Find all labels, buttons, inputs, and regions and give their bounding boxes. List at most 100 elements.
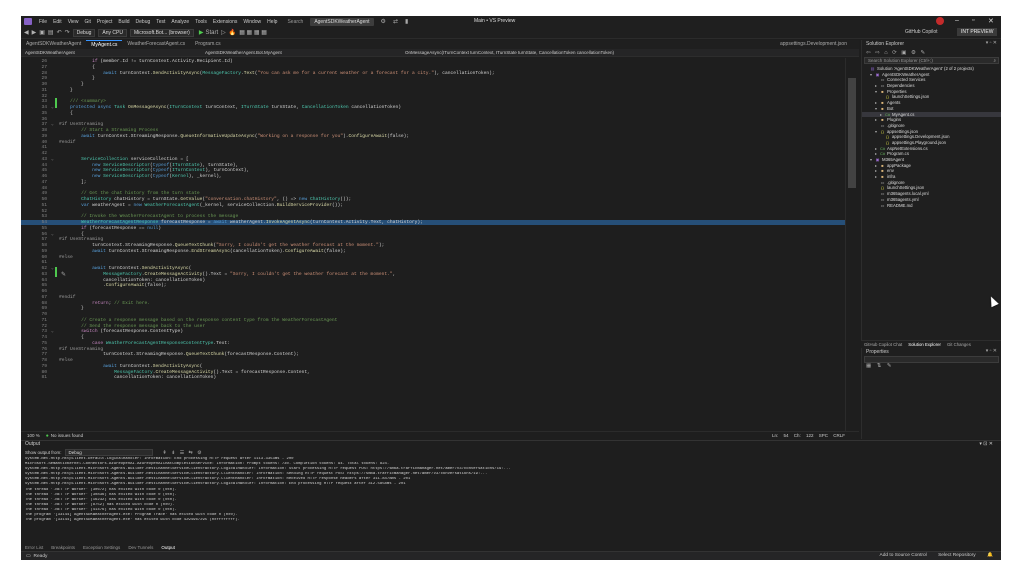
output-source-dropdown[interactable]: Debug [64,449,153,456]
output-text[interactable]: System.Net.Http.HttpClient.Default.Logic… [21,457,1001,523]
user-avatar[interactable] [936,17,944,25]
back-icon[interactable]: ◀ [24,29,29,36]
start-without-debugging-icon[interactable]: ▷ [221,29,226,36]
tab-dev-tunnels[interactable]: Dev Tunnels [124,545,157,550]
menu-test[interactable]: Test [153,19,168,25]
menu-view[interactable]: View [65,19,82,25]
code-line[interactable]: 34 ⌄ protected async Task OnMessageAsync(… [21,105,851,110]
tab-appsettings-development[interactable]: appsettings.Development.json [780,41,847,47]
code-line[interactable]: 26 if (member.Id != turnContext.Activity… [21,59,851,64]
fold-toggle-icon[interactable]: ⌄ [51,329,59,334]
code-line[interactable]: 77 turnContext.StreamingResponse.QueueTe… [21,352,851,357]
code-line[interactable]: 41 [21,145,851,150]
fold-toggle-icon[interactable]: ⌄ [51,157,59,162]
code-line[interactable]: 29 } [21,76,851,81]
code-line[interactable]: 53 // Invoke the WeatherForecastAgent to… [21,214,851,219]
tab-output[interactable]: Output [157,545,179,550]
menu-analyze[interactable]: Analyze [168,19,192,25]
tab-solution-explorer[interactable]: Solution Explorer [905,342,944,347]
menu-project[interactable]: Project [94,19,116,25]
maximize-icon[interactable]: ▫ [972,17,974,24]
fold-toggle-icon[interactable]: ⌄ [51,122,59,127]
menu-git[interactable]: Git [81,19,93,25]
code-line[interactable]: 54 WeatherForecastAgentResponse forecast… [21,220,851,226]
live-share-icon[interactable]: ⇄ [393,18,398,25]
new-item-icon[interactable]: ▣ [39,29,45,36]
code-line[interactable]: 71 // Create a response message based on… [21,318,851,323]
tab-myagent[interactable]: MyAgent.cs [86,40,123,49]
member-dropdown[interactable]: OnMessageAsync(ITurnContext turnContext,… [401,50,841,55]
quick-actions-icon[interactable]: ✎ [61,271,66,278]
startup-project-dropdown[interactable]: Microsoft.Bot... (browser) [129,28,194,37]
code-line[interactable]: 74 { [21,335,851,340]
code-line[interactable]: 35 { [21,111,851,116]
hot-reload-icon[interactable]: 🔥 [229,29,236,36]
tab-program[interactable]: Program.cs [190,40,226,49]
undo-icon[interactable]: ↶ [57,29,62,36]
code-line[interactable]: 50 ChatHistory chatHistory = turnState.G… [21,197,851,202]
code-line[interactable]: 55 if (forecastResponse == null) [21,226,851,231]
save-all-icon[interactable]: ▤ [48,29,54,36]
code-line[interactable]: 66 [21,289,851,294]
editor-scrollbar[interactable] [845,58,858,431]
add-to-source-control-button[interactable]: Add to Source Control [880,553,927,558]
code-editor[interactable]: 26 if (member.Id != turnContext.Activity… [21,58,859,431]
code-line[interactable]: 57 #if UseStreaming [21,237,851,242]
code-line[interactable]: 51 var weatherAgent = new WeatherForecas… [21,203,851,208]
code-line[interactable]: 56 ⌄ { [21,232,851,237]
code-line[interactable]: 33 /// <summary> [21,99,851,104]
code-line[interactable]: 70 [21,312,851,317]
start-button[interactable]: Start [205,30,218,36]
start-debug-icon[interactable]: ▶ [199,29,204,36]
code-line[interactable]: 81 cancellationToken: cancellationToken) [21,375,851,380]
select-repository-button[interactable]: Select Repository [938,553,976,558]
settings-icon[interactable]: ⚙ [381,18,386,25]
properties-object-dropdown[interactable] [864,356,999,363]
menu-build[interactable]: Build [115,19,132,25]
menu-tools[interactable]: Tools [192,19,210,25]
code-line[interactable]: 59 await turnContext.StreamingResponse.E… [21,249,851,254]
notifications-icon[interactable]: 🔔 [987,553,993,558]
code-line[interactable]: 73 ⌄ switch (forecastResponse.ContentType… [21,329,851,334]
search-box[interactable]: Search [283,19,307,25]
project-dropdown[interactable]: AgentSDKWeatherAgent [21,50,201,55]
menu-debug[interactable]: Debug [133,19,154,25]
menu-file[interactable]: File [36,19,50,25]
code-line[interactable]: 60 #else [21,255,851,260]
code-line[interactable]: 69 } [21,306,851,311]
code-line[interactable]: 27 { [21,65,851,70]
platform-dropdown[interactable]: Any CPU [98,28,127,37]
forward-icon[interactable]: ▶ [32,29,37,36]
code-line[interactable]: 38 // Start a Streaming Process [21,128,851,133]
code-line[interactable]: 65 .ConfigureAwait(false); [21,283,851,288]
code-line[interactable]: 49 // Get the chat history from the turn… [21,191,851,196]
zoom-level[interactable]: 100 % [27,433,40,438]
signal-bars-icon[interactable]: ▮ [405,18,408,25]
code-line[interactable]: 75 case WeatherForecastAgentResponseCont… [21,341,851,346]
code-line[interactable]: 36 [21,117,851,122]
code-line[interactable]: 61 [21,260,851,265]
code-line[interactable]: 68 return; // Exit here. [21,301,851,306]
code-line[interactable]: 58 turnContext.StreamingResponse.QueueTe… [21,243,851,248]
code-line[interactable]: 32 [21,94,851,99]
class-dropdown[interactable]: AgentSDKWeatherAgent.Bot.MyAgent [201,50,401,55]
code-line[interactable]: 42 [21,151,851,156]
code-line[interactable]: 45 new ServiceDescriptor(typeof(ITurnCon… [21,168,851,173]
tab-error-list[interactable]: Error List [21,545,47,550]
issues-status[interactable]: No issues found [51,433,83,438]
tab-copilot-chat[interactable]: GitHub Copilot Chat [861,342,905,347]
tab-exception-settings[interactable]: Exception Settings [79,545,124,550]
solution-name-badge[interactable]: AgentSDKWeatherAgent [310,17,374,26]
tab-agentsdkweatheragent[interactable]: AgentSDKWeatherAgent [21,40,86,49]
output-tools-icon[interactable]: ⇞ ⇟ ☰ ⇆ ⚙ [163,450,202,456]
menu-help[interactable]: Help [264,19,280,25]
tab-weatherforecastagent[interactable]: WeatherForecastAgent.cs [122,40,190,49]
code-line[interactable]: 63 MessageFactory.CreateMessageActivity(… [21,272,851,277]
properties-controls-icon[interactable]: ▾ ▫ ✕ [986,348,997,354]
redo-icon[interactable]: ↷ [65,29,70,36]
code-line[interactable]: 30 } [21,82,851,87]
code-line[interactable]: 39 await turnContext.StreamingResponse.Q… [21,134,851,139]
editor-scrollbar-thumb[interactable] [848,78,856,188]
int-preview-badge[interactable]: INT PREVIEW [957,28,998,36]
panel-controls-icon[interactable]: ▾ ▫ ✕ [986,40,997,46]
